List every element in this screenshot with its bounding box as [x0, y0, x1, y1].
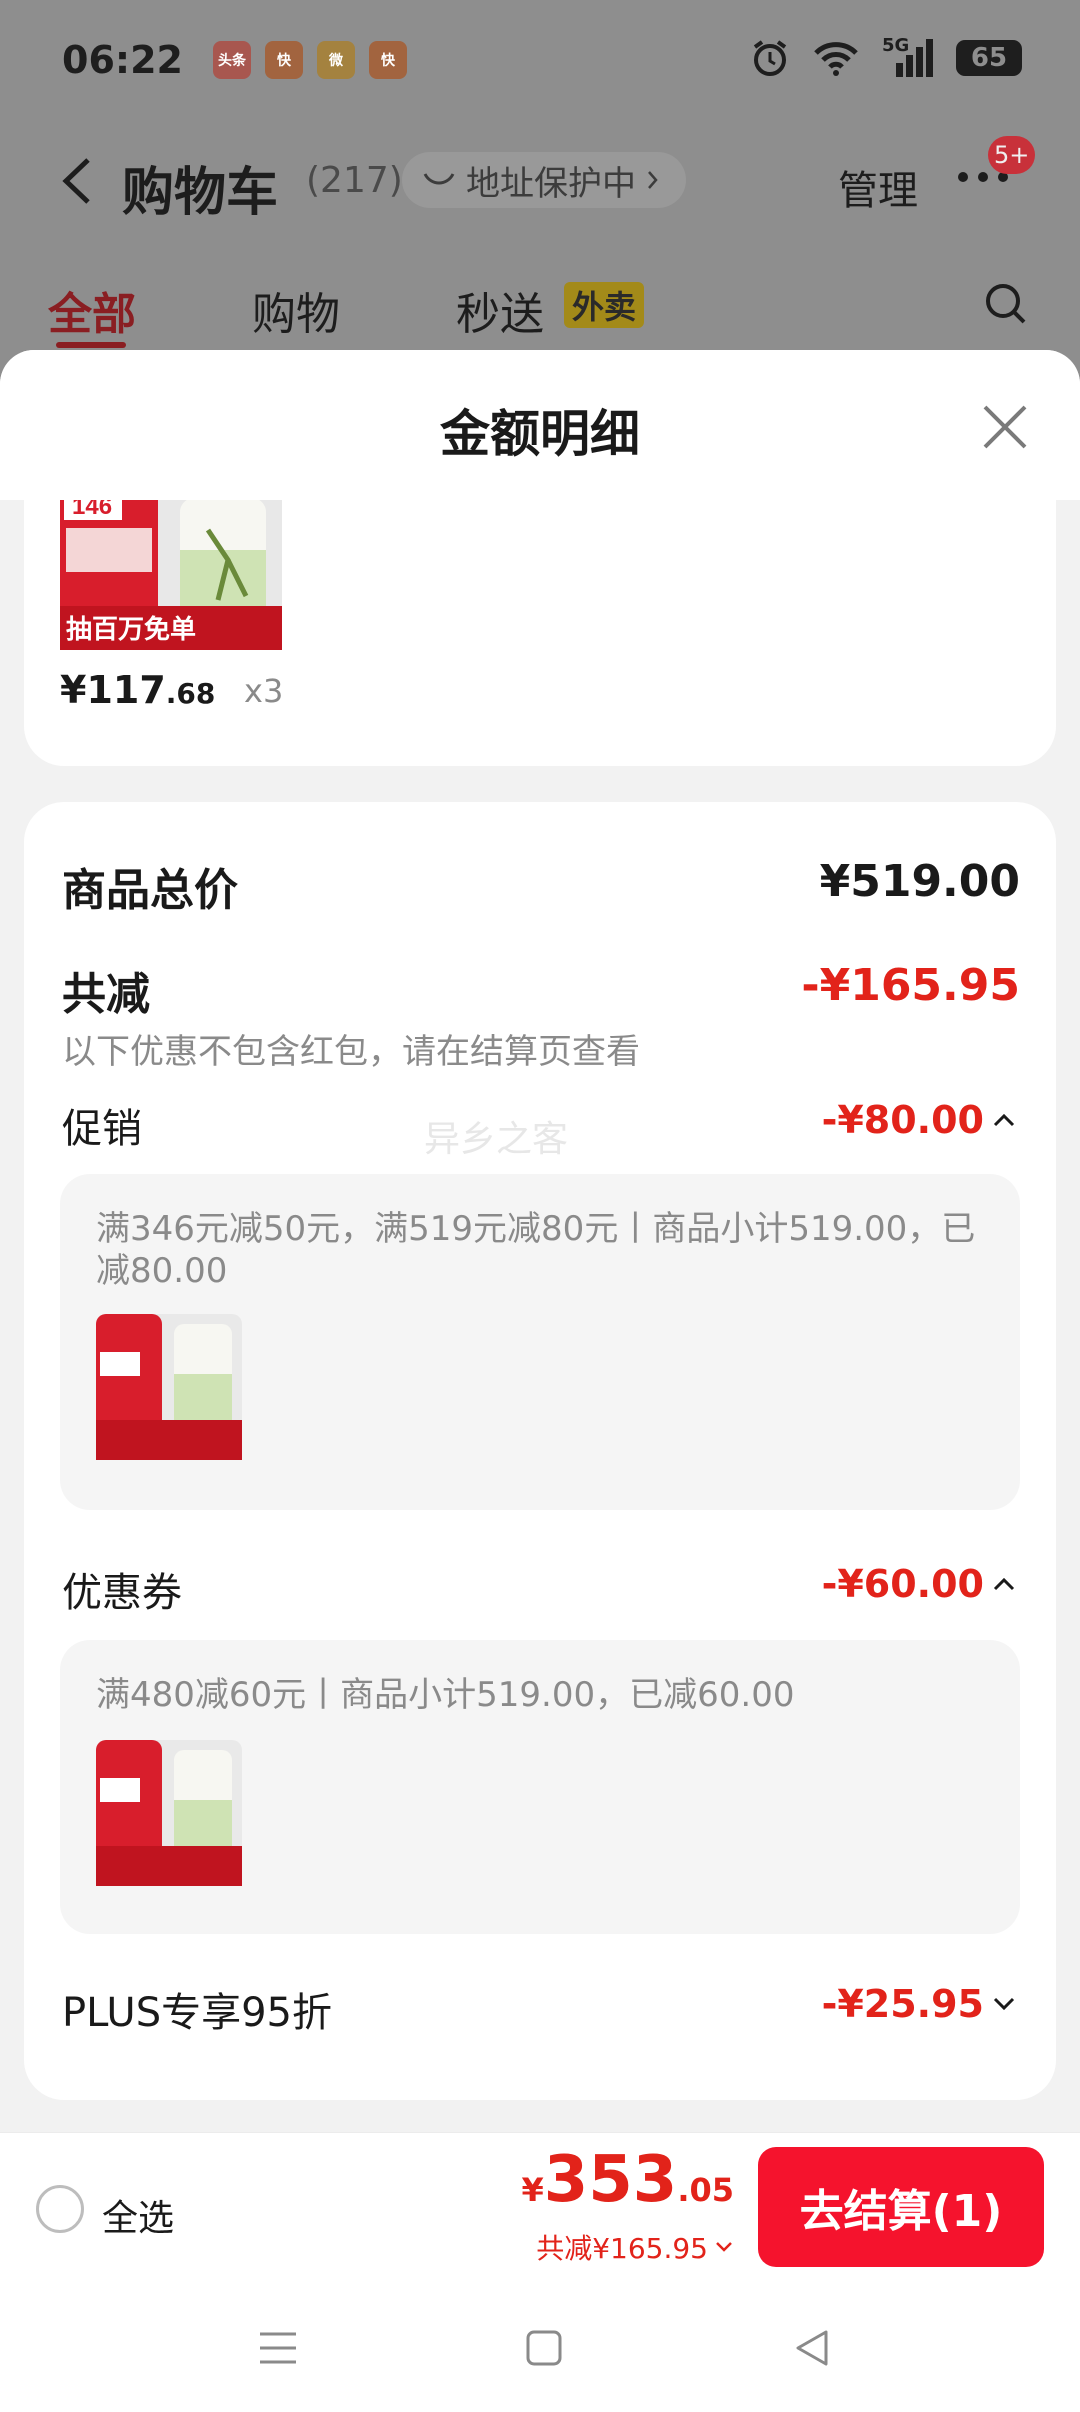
battery-icon: 65 — [956, 40, 1022, 76]
message-badge: 5+ — [988, 136, 1036, 174]
signal-icon: 5G — [882, 35, 934, 77]
product-image-caption: 抽百万免单 — [66, 614, 196, 645]
coupon-detail-text: 满480减60元丨商品小计519.00，已减60.00 — [96, 1675, 795, 1715]
coupon-value: -¥60.00 — [821, 1562, 984, 1606]
more-icon[interactable] — [958, 172, 1008, 182]
discount-note: 以下优惠不包含红包，请在结算页查看 — [62, 1032, 640, 1072]
home-icon[interactable] — [522, 2326, 566, 2370]
promo-value: -¥80.00 — [821, 1098, 984, 1142]
total-discount-toggle[interactable]: 共减¥165.95 — [536, 2227, 734, 2267]
product-price: ¥117 .68 — [60, 668, 215, 712]
coupon-detail-box: 满480减60元丨商品小计519.00，已减60.00 — [60, 1640, 1020, 1934]
coupon-toggle[interactable]: -¥60.00 — [822, 1562, 1016, 1606]
waimai-tag: 外卖 — [564, 282, 645, 328]
plus-discount-value: -¥25.95 — [821, 1982, 984, 2026]
select-all-label[interactable]: 全选 — [102, 2189, 174, 2241]
cart-count: (217) — [306, 160, 403, 201]
coupon-label: 优惠券 — [62, 1570, 182, 1616]
back-nav-icon[interactable] — [790, 2326, 834, 2370]
search-icon[interactable] — [984, 282, 1028, 326]
watermark: 异乡之客 — [424, 1119, 569, 1160]
checkout-bar: 全选 ¥ 353 .05 共减¥165.95 去结算(1) — [0, 2132, 1080, 2282]
status-right: 5G 65 — [750, 35, 1022, 78]
menu-icon[interactable] — [256, 2326, 300, 2370]
product-card: 146 抽百万免单 ¥117 .68 x3 — [24, 500, 1056, 766]
promo-product-image — [96, 1314, 242, 1460]
cart-header: 购物车 (217) 地址保护中 管理 — [0, 130, 1080, 230]
total-label: 商品总价 — [62, 865, 238, 916]
plus-discount-label: PLUS专享95折 — [62, 1990, 332, 2036]
amount-breakdown-card: 商品总价 ¥519.00 共减 -¥165.95 以下优惠不包含红包，请在结算页… — [24, 802, 1056, 2100]
tab-underline — [56, 342, 126, 348]
kuaishou-icon: 快 — [264, 41, 303, 79]
address-protection-label: 地址保护中 — [466, 163, 636, 204]
chevron-down-icon — [993, 1997, 1015, 2011]
chevron-right-icon — [648, 171, 658, 189]
tab-shopping[interactable]: 购物 — [252, 278, 340, 342]
page-title: 购物车 — [122, 163, 279, 223]
product-image[interactable]: 146 抽百万免单 — [60, 500, 282, 650]
product-image-badge: 146 — [72, 500, 112, 520]
status-time: 06:22 — [62, 38, 183, 82]
product-quantity: x3 — [244, 672, 284, 710]
total-currency: ¥ — [521, 2171, 544, 2209]
address-protection-pill[interactable]: 地址保护中 — [402, 152, 686, 208]
checkout-button[interactable]: 去结算(1) — [758, 2147, 1044, 2267]
product-price-dec: .68 — [165, 677, 216, 710]
close-icon[interactable] — [980, 402, 1030, 452]
kuaishou-icon: 快 — [368, 41, 407, 79]
manage-button[interactable]: 管理 — [838, 158, 918, 216]
sheet-header: 金额明细 — [0, 350, 1080, 500]
coupon-product-image — [96, 1740, 242, 1886]
total-int: 353 — [543, 2143, 678, 2217]
discount-label: 共减 — [62, 969, 150, 1020]
wifi-icon — [814, 42, 858, 76]
chevron-up-icon — [993, 1113, 1015, 1127]
promo-toggle[interactable]: -¥80.00 — [822, 1098, 1016, 1142]
alarm-icon — [753, 40, 787, 76]
sheet-title: 金额明细 — [440, 405, 640, 463]
amount-detail-sheet: 金额明细 146 抽百万免单 ¥117 .68 x3 商品总价 ¥519.00 … — [0, 350, 1080, 2282]
total-value: ¥519.00 — [819, 856, 1020, 907]
promo-detail-box: 满346元减50元，满519元减80元丨商品小计519.00，已减80.00 — [60, 1174, 1020, 1510]
chevron-down-icon — [716, 2242, 732, 2252]
back-icon[interactable] — [60, 156, 94, 206]
shield-smile-icon — [423, 173, 455, 185]
cart-tabs: 全部 购物 秒送 外卖 — [0, 268, 1080, 348]
total-price: ¥ 353 .05 — [521, 2143, 734, 2217]
promo-label: 促销 — [62, 1106, 142, 1152]
tab-instant-delivery[interactable]: 秒送 — [456, 278, 544, 342]
discount-value: -¥165.95 — [801, 960, 1020, 1011]
chevron-up-icon — [993, 1577, 1015, 1591]
total-dec: .05 — [677, 2171, 734, 2209]
plus-discount-toggle[interactable]: -¥25.95 — [822, 1982, 1016, 2026]
notification-icons: 头条 快 微 快 — [212, 41, 407, 79]
select-all-checkbox[interactable] — [36, 2185, 84, 2233]
status-bar: 06:22 头条 快 微 快 5G 65 — [0, 0, 1080, 120]
toutiao-icon: 头条 — [212, 41, 251, 79]
product-price-int: ¥117 — [60, 668, 166, 712]
weibo-icon: 微 — [316, 41, 355, 79]
network-type: 5G — [882, 35, 910, 56]
tab-all[interactable]: 全部 — [48, 278, 136, 342]
system-nav-bar — [0, 2282, 1080, 2412]
total-discount-text: 共减¥165.95 — [536, 2232, 708, 2265]
promo-detail-text: 满346元减50元，满519元减80元丨商品小计519.00，已减80.00 — [96, 1209, 976, 1291]
